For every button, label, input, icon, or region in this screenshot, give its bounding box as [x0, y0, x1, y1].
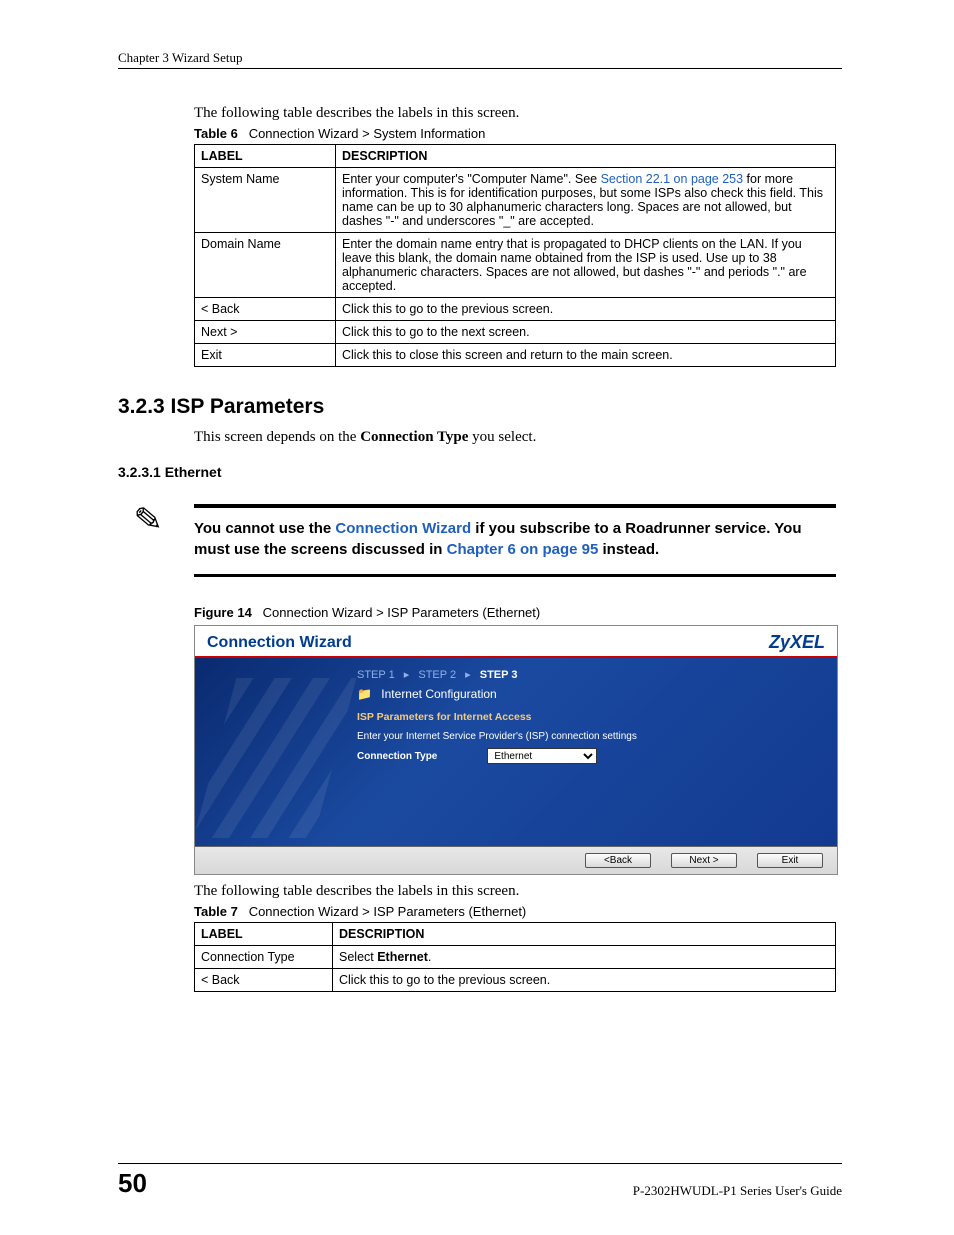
table6-r2-label: Domain Name	[195, 233, 336, 298]
note-text: You cannot use the Connection Wizard if …	[194, 518, 836, 560]
next-button[interactable]: Next >	[671, 853, 737, 868]
table6-caption: Table 6 Connection Wizard > System Infor…	[194, 126, 842, 141]
figure14-caption: Figure 14 Connection Wizard > ISP Parame…	[194, 605, 842, 620]
text-fragment: Enter your computer's "Computer Name". S…	[342, 172, 601, 186]
text-bold: Connection Type	[360, 429, 468, 445]
table6-r2-desc: Enter the domain name entry that is prop…	[336, 233, 836, 298]
table7: LABEL DESCRIPTION Connection Type Select…	[194, 922, 836, 992]
wizard-header: Connection Wizard ZyXEL	[195, 626, 837, 658]
text-fragment: .	[428, 950, 431, 964]
table6-r3-desc: Click this to go to the previous screen.	[336, 298, 836, 321]
crossref-link[interactable]: Connection Wizard	[335, 520, 471, 537]
table7-h1: LABEL	[195, 923, 333, 946]
crossref-link[interactable]: Section 22.1 on page 253	[601, 172, 743, 186]
wizard-footer: <Back Next > Exit	[195, 846, 837, 874]
note-bar-bottom	[194, 574, 836, 577]
wizard-step2[interactable]: STEP 2	[418, 669, 456, 681]
text-fragment: You cannot use the	[194, 520, 335, 537]
page-number: 50	[118, 1168, 147, 1199]
text-fragment: Select	[339, 950, 377, 964]
figure14-caption-text: Connection Wizard > ISP Parameters (Ethe…	[263, 605, 541, 620]
table-row: Connection Type Select Ethernet.	[195, 946, 836, 969]
section-para: This screen depends on the Connection Ty…	[194, 429, 842, 446]
wizard-title: Connection Wizard	[207, 634, 352, 652]
table-row: Domain Name Enter the domain name entry …	[195, 233, 836, 298]
wizard-step3-active: STEP 3	[480, 669, 518, 681]
table6-caption-bold: Table 6	[194, 126, 238, 141]
folder-icon: 📁	[357, 687, 372, 701]
table7-r1-label: Connection Type	[195, 946, 333, 969]
text-bold: Ethernet	[377, 950, 428, 964]
table7-caption-text: Connection Wizard > ISP Parameters (Ethe…	[249, 904, 527, 919]
note-block: ✎ You cannot use the Connection Wizard i…	[194, 504, 836, 577]
exit-button[interactable]: Exit	[757, 853, 823, 868]
chevron-right-icon: ▸	[465, 669, 471, 681]
table6-caption-text: Connection Wizard > System Information	[249, 126, 486, 141]
table-row: Exit Click this to close this screen and…	[195, 344, 836, 367]
section-heading-3-2-3: 3.2.3 ISP Parameters	[118, 395, 842, 419]
table6-r1-label: System Name	[195, 168, 336, 233]
table7-h2: DESCRIPTION	[333, 923, 836, 946]
table-row: < Back Click this to go to the previous …	[195, 298, 836, 321]
table7-r2-label: < Back	[195, 969, 333, 992]
intro-paragraph-1: The following table describes the labels…	[194, 105, 842, 122]
table7-caption: Table 7 Connection Wizard > ISP Paramete…	[194, 904, 842, 919]
wizard-step1[interactable]: STEP 1	[357, 669, 395, 681]
wizard-brand-logo: ZyXEL	[769, 632, 825, 653]
back-button[interactable]: <Back	[585, 853, 651, 868]
table7-caption-bold: Table 7	[194, 904, 238, 919]
header-rule	[118, 68, 842, 69]
table-row: < Back Click this to go to the previous …	[195, 969, 836, 992]
table6-h2: DESCRIPTION	[336, 145, 836, 168]
table6-h1: LABEL	[195, 145, 336, 168]
connection-type-select[interactable]: Ethernet	[487, 748, 597, 764]
text-fragment: you select.	[468, 429, 536, 445]
wizard-section-header-text: Internet Configuration	[381, 687, 496, 701]
intro-paragraph-2: The following table describes the labels…	[194, 883, 842, 900]
table7-r2-desc: Click this to go to the previous screen.	[333, 969, 836, 992]
table-row: Next > Click this to go to the next scre…	[195, 321, 836, 344]
wizard-sub-header: ISP Parameters for Internet Access	[357, 711, 819, 723]
text-fragment: This screen depends on the	[194, 429, 360, 445]
page-footer: 50 P-2302HWUDL-P1 Series User's Guide	[118, 1163, 842, 1199]
table6-r5-desc: Click this to close this screen and retu…	[336, 344, 836, 367]
table-row: System Name Enter your computer's "Compu…	[195, 168, 836, 233]
table6-r4-desc: Click this to go to the next screen.	[336, 321, 836, 344]
table7-r1-desc: Select Ethernet.	[333, 946, 836, 969]
figure14-caption-bold: Figure 14	[194, 605, 252, 620]
text-fragment: instead.	[598, 541, 659, 558]
table6-r1-desc: Enter your computer's "Computer Name". S…	[336, 168, 836, 233]
wizard-screenshot: Connection Wizard ZyXEL STEP 1 ▸ STEP 2 …	[194, 625, 838, 875]
guide-title: P-2302HWUDL-P1 Series User's Guide	[633, 1183, 842, 1199]
wizard-steps: STEP 1 ▸ STEP 2 ▸ STEP 3	[357, 668, 819, 681]
connection-type-label: Connection Type	[357, 751, 437, 762]
table6-r4-label: Next >	[195, 321, 336, 344]
table6-r3-label: < Back	[195, 298, 336, 321]
crossref-link[interactable]: Chapter 6 on page 95	[447, 541, 599, 558]
wizard-message: Enter your Internet Service Provider's (…	[357, 731, 819, 742]
chevron-right-icon: ▸	[404, 669, 410, 681]
running-header: Chapter 3 Wizard Setup	[118, 50, 842, 66]
note-icon: ✎	[132, 499, 164, 541]
subsection-heading-3-2-3-1: 3.2.3.1 Ethernet	[118, 464, 842, 480]
table6-r5-label: Exit	[195, 344, 336, 367]
wizard-body: STEP 1 ▸ STEP 2 ▸ STEP 3 📁 Internet Conf…	[195, 658, 837, 846]
wizard-section-header: 📁 Internet Configuration	[357, 687, 819, 701]
note-bar-top	[194, 504, 836, 508]
table6: LABEL DESCRIPTION System Name Enter your…	[194, 144, 836, 367]
